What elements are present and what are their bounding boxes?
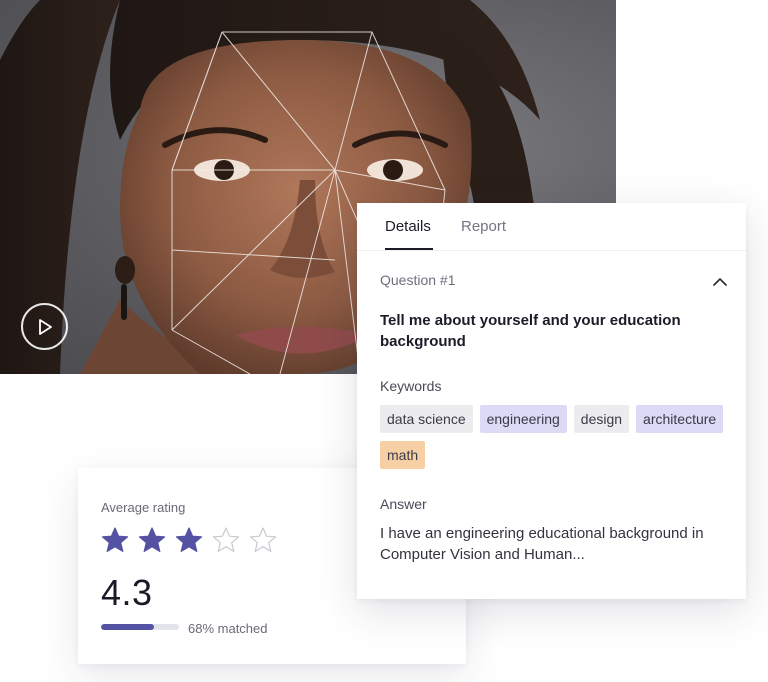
star-filled-icon — [101, 526, 129, 554]
answer-label: Answer — [380, 496, 427, 512]
star-rating — [101, 526, 277, 554]
question-title: Tell me about yourself and your educatio… — [380, 312, 681, 350]
play-button[interactable] — [21, 303, 68, 350]
keyword-tag: architecture — [636, 405, 724, 433]
star-filled-icon — [138, 526, 166, 554]
match-progress-bar — [101, 624, 179, 630]
tab-bar: Details Report — [357, 203, 746, 251]
answer-text: I have an engineering educational backgr… — [380, 525, 704, 563]
tab-report[interactable]: Report — [461, 218, 506, 235]
star-empty-icon — [212, 526, 240, 554]
question-number: Question #1 — [380, 272, 456, 288]
star-filled-icon — [175, 526, 203, 554]
keywords-label: Keywords — [380, 378, 442, 394]
match-percentage-text: 68% matched — [188, 621, 268, 636]
active-tab-indicator — [385, 248, 433, 250]
play-icon — [38, 318, 52, 335]
rating-value: 4.3 — [101, 572, 153, 613]
keyword-tag: design — [573, 405, 630, 433]
match-progress-fill — [101, 624, 155, 630]
keyword-tag: math — [380, 441, 426, 469]
tab-details[interactable]: Details — [385, 218, 431, 235]
details-panel: Details Report Question #1 Tell me about… — [357, 203, 746, 599]
keyword-tag: engineering — [479, 405, 567, 433]
keyword-tags: data science engineering design architec… — [380, 405, 730, 469]
chevron-up-icon[interactable] — [713, 273, 727, 291]
rating-label: Average rating — [101, 500, 186, 515]
keyword-tag: data science — [380, 405, 473, 433]
star-empty-icon — [249, 526, 277, 554]
